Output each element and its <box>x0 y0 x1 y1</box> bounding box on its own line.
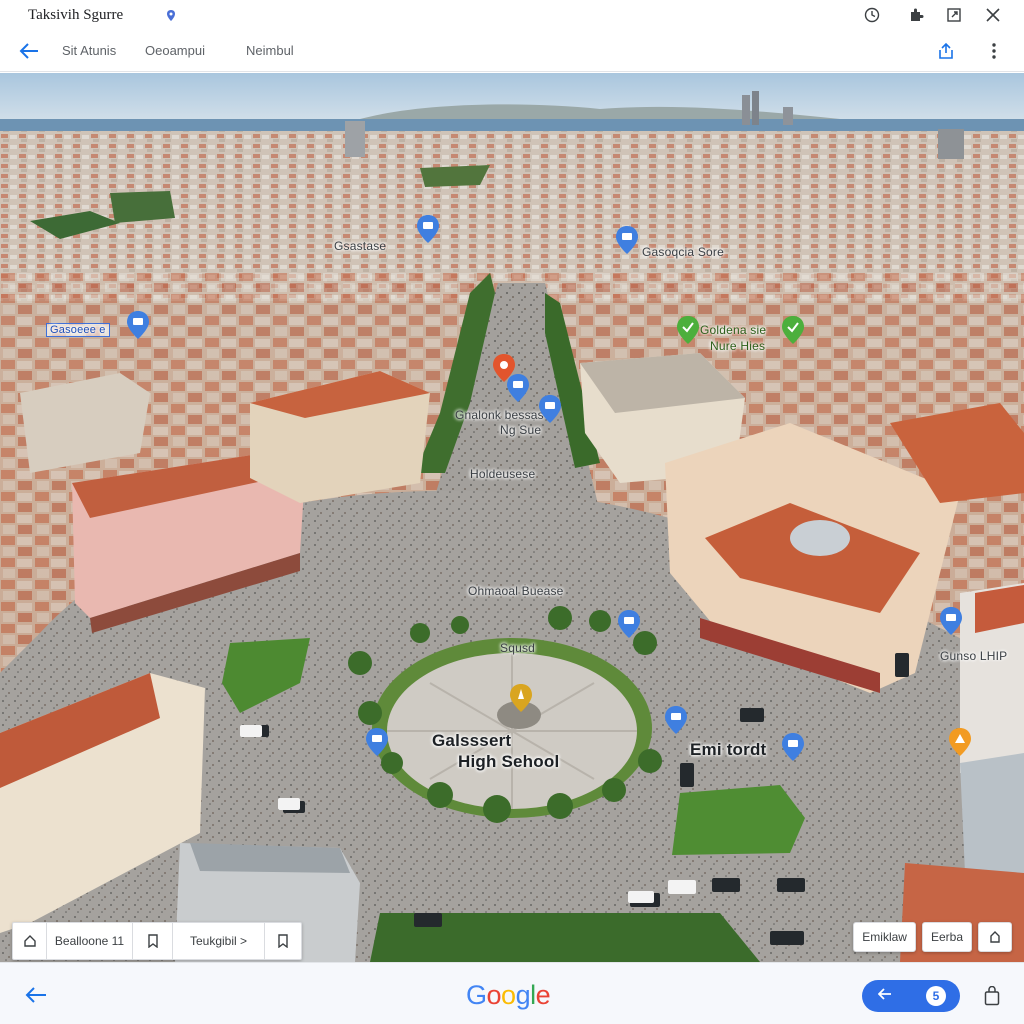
tab-neimbul[interactable]: Neimbul <box>246 43 294 58</box>
map-pin-green-icon[interactable] <box>782 316 804 344</box>
map-label-goldena-sie[interactable]: Goldena sie <box>700 323 766 337</box>
map-pin-blue-icon[interactable] <box>507 374 529 402</box>
bottom-bar: Google 5 <box>0 962 1024 1024</box>
share-icon[interactable] <box>933 38 959 64</box>
navigate-pill-button[interactable]: 5 <box>862 980 960 1012</box>
map-label-holdeusese[interactable]: Holdeusese <box>470 467 535 481</box>
map-label-gnalonk-bessas[interactable]: Gnalonk bessas <box>455 408 544 422</box>
map-pin-blue-icon[interactable] <box>417 215 439 243</box>
chip-eerba[interactable]: Eerba <box>921 922 972 952</box>
map-pin-orange-icon[interactable] <box>949 728 971 756</box>
map-pin-blue-icon[interactable] <box>940 607 962 635</box>
home-icon[interactable] <box>13 923 47 959</box>
logo-letter: e <box>535 980 551 1010</box>
window-title: Taksivih Sgurre <box>28 7 124 23</box>
bookmark-icon[interactable] <box>265 923 301 959</box>
toolbar: Sit Atunis Oeoampui Neimbul <box>0 30 1024 72</box>
fullscreen-icon[interactable] <box>978 922 1012 952</box>
open-window-icon[interactable] <box>943 4 965 26</box>
place-chip-bar: Bealloone 11 Teukgibil > <box>12 922 302 960</box>
map-label-nure-hies[interactable]: Nure Hies <box>710 339 765 353</box>
map-pin-blue-icon[interactable] <box>665 706 687 734</box>
map-pin-blue-icon[interactable] <box>539 395 561 423</box>
map-label-squsd[interactable]: Squsd <box>500 641 535 655</box>
logo-letter: G <box>466 980 487 1010</box>
map-label-emi-tordt[interactable]: Emi tordt <box>690 740 766 760</box>
chip-bealloone[interactable]: Bealloone 11 <box>47 923 133 959</box>
map-pin-blue-icon[interactable] <box>616 226 638 254</box>
arrow-left-icon[interactable] <box>22 983 50 1007</box>
map-pin-blue-icon[interactable] <box>127 311 149 339</box>
aerial-map-viewport[interactable]: Gsastase Gasoeee e Gasoqcia Sore Goldena… <box>0 73 1024 962</box>
close-icon[interactable] <box>982 4 1004 26</box>
map-label-ng-sue[interactable]: Ng Sue <box>500 423 541 437</box>
map-pin-green-icon[interactable] <box>677 316 699 344</box>
more-vert-icon[interactable] <box>981 38 1007 64</box>
chip-teukgibil[interactable]: Teukgibil > <box>173 923 265 959</box>
map-label-gsastase[interactable]: Gsastase <box>334 239 386 253</box>
location-dot-icon <box>166 9 176 21</box>
map-label-gunso-lhip[interactable]: Gunso LHIP <box>940 649 1007 663</box>
logo-letter: o <box>501 980 516 1010</box>
arrow-left-icon <box>877 987 892 1005</box>
clock-icon[interactable] <box>861 4 883 26</box>
tab-sit-atunis[interactable]: Sit Atunis <box>62 43 116 58</box>
aerial-city-image <box>0 73 1024 962</box>
map-pin-blue-icon[interactable] <box>618 610 640 638</box>
map-pin-blue-icon[interactable] <box>366 728 388 756</box>
extension-icon[interactable] <box>905 4 927 26</box>
save-bag-icon[interactable] <box>980 983 1004 1009</box>
arrow-left-icon[interactable] <box>16 39 42 63</box>
map-label-galsssert[interactable]: Galsssert <box>432 731 511 751</box>
bookmark-icon[interactable] <box>133 923 173 959</box>
logo-letter: o <box>486 980 502 1010</box>
map-pin-gold-icon[interactable] <box>510 684 532 712</box>
chip-emiklaw[interactable]: Emiklaw <box>853 922 916 952</box>
view-chip-bar: Emiklaw Eerba <box>853 922 1012 952</box>
map-label-gasoqcia-sore[interactable]: Gasoqcia Sore <box>642 245 724 259</box>
google-logo: Google <box>466 980 551 1011</box>
tab-oeoampui[interactable]: Oeoampui <box>145 43 205 58</box>
window-titlebar: Taksivih Sgurre <box>0 0 1024 30</box>
map-label-ohmaoal-buease[interactable]: Ohmaoal Buease <box>468 584 564 598</box>
result-counter: 5 <box>926 986 946 1006</box>
map-pin-blue-icon[interactable] <box>782 733 804 761</box>
map-label-gasoeee[interactable]: Gasoeee e <box>46 323 110 337</box>
map-label-high-school[interactable]: High Sehool <box>458 752 559 772</box>
logo-letter: g <box>515 980 531 1010</box>
